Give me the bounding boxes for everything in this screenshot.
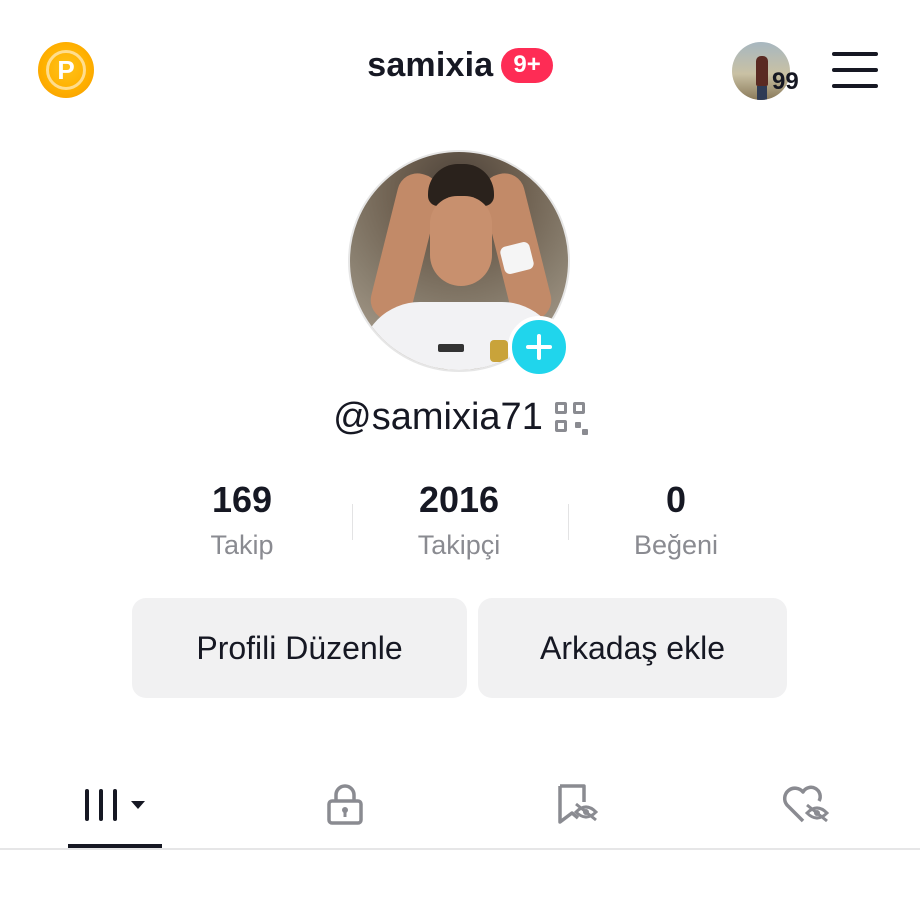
notification-badge: 9+ bbox=[501, 48, 553, 83]
bookmark-hidden-icon bbox=[558, 784, 599, 824]
followers-count: 2016 bbox=[418, 479, 500, 520]
menu-icon[interactable] bbox=[832, 52, 878, 88]
videos-grid-icon bbox=[85, 789, 145, 821]
tab-saved[interactable] bbox=[530, 760, 624, 850]
add-avatar-button[interactable] bbox=[508, 316, 570, 378]
handle-row: @samixia71 bbox=[0, 396, 920, 439]
lock-icon bbox=[327, 784, 363, 825]
edit-profile-button[interactable]: Profili Düzenle bbox=[132, 598, 467, 698]
tabs-divider bbox=[0, 848, 920, 850]
avatar-figure bbox=[756, 56, 768, 86]
tab-liked[interactable] bbox=[760, 760, 854, 850]
stat-followers[interactable]: 2016 Takipçi bbox=[351, 478, 567, 561]
avatar-figure-legs bbox=[757, 86, 767, 100]
stat-likes[interactable]: 0 Beğeni bbox=[568, 478, 784, 561]
friend-count-badge: 99 bbox=[772, 68, 799, 95]
tab-private[interactable] bbox=[300, 760, 390, 850]
profile-tabs bbox=[0, 760, 920, 850]
profile-handle: @samixia71 bbox=[333, 396, 543, 438]
add-friend-button[interactable]: Arkadaş ekle bbox=[478, 598, 787, 698]
following-label: Takip bbox=[210, 530, 274, 560]
likes-count: 0 bbox=[665, 479, 687, 520]
following-count: 169 bbox=[211, 479, 273, 520]
page-title: samixia bbox=[367, 46, 494, 84]
qr-code-icon[interactable] bbox=[554, 401, 588, 435]
liked-hidden-icon bbox=[782, 785, 830, 823]
followers-label: Takipçi bbox=[417, 530, 501, 560]
likes-label: Beğeni bbox=[633, 530, 719, 560]
tab-videos[interactable] bbox=[68, 760, 162, 850]
stat-following[interactable]: 169 Takip bbox=[134, 478, 350, 561]
profile-stats: 169 Takip 2016 Takipçi 0 Beğeni bbox=[134, 478, 784, 568]
